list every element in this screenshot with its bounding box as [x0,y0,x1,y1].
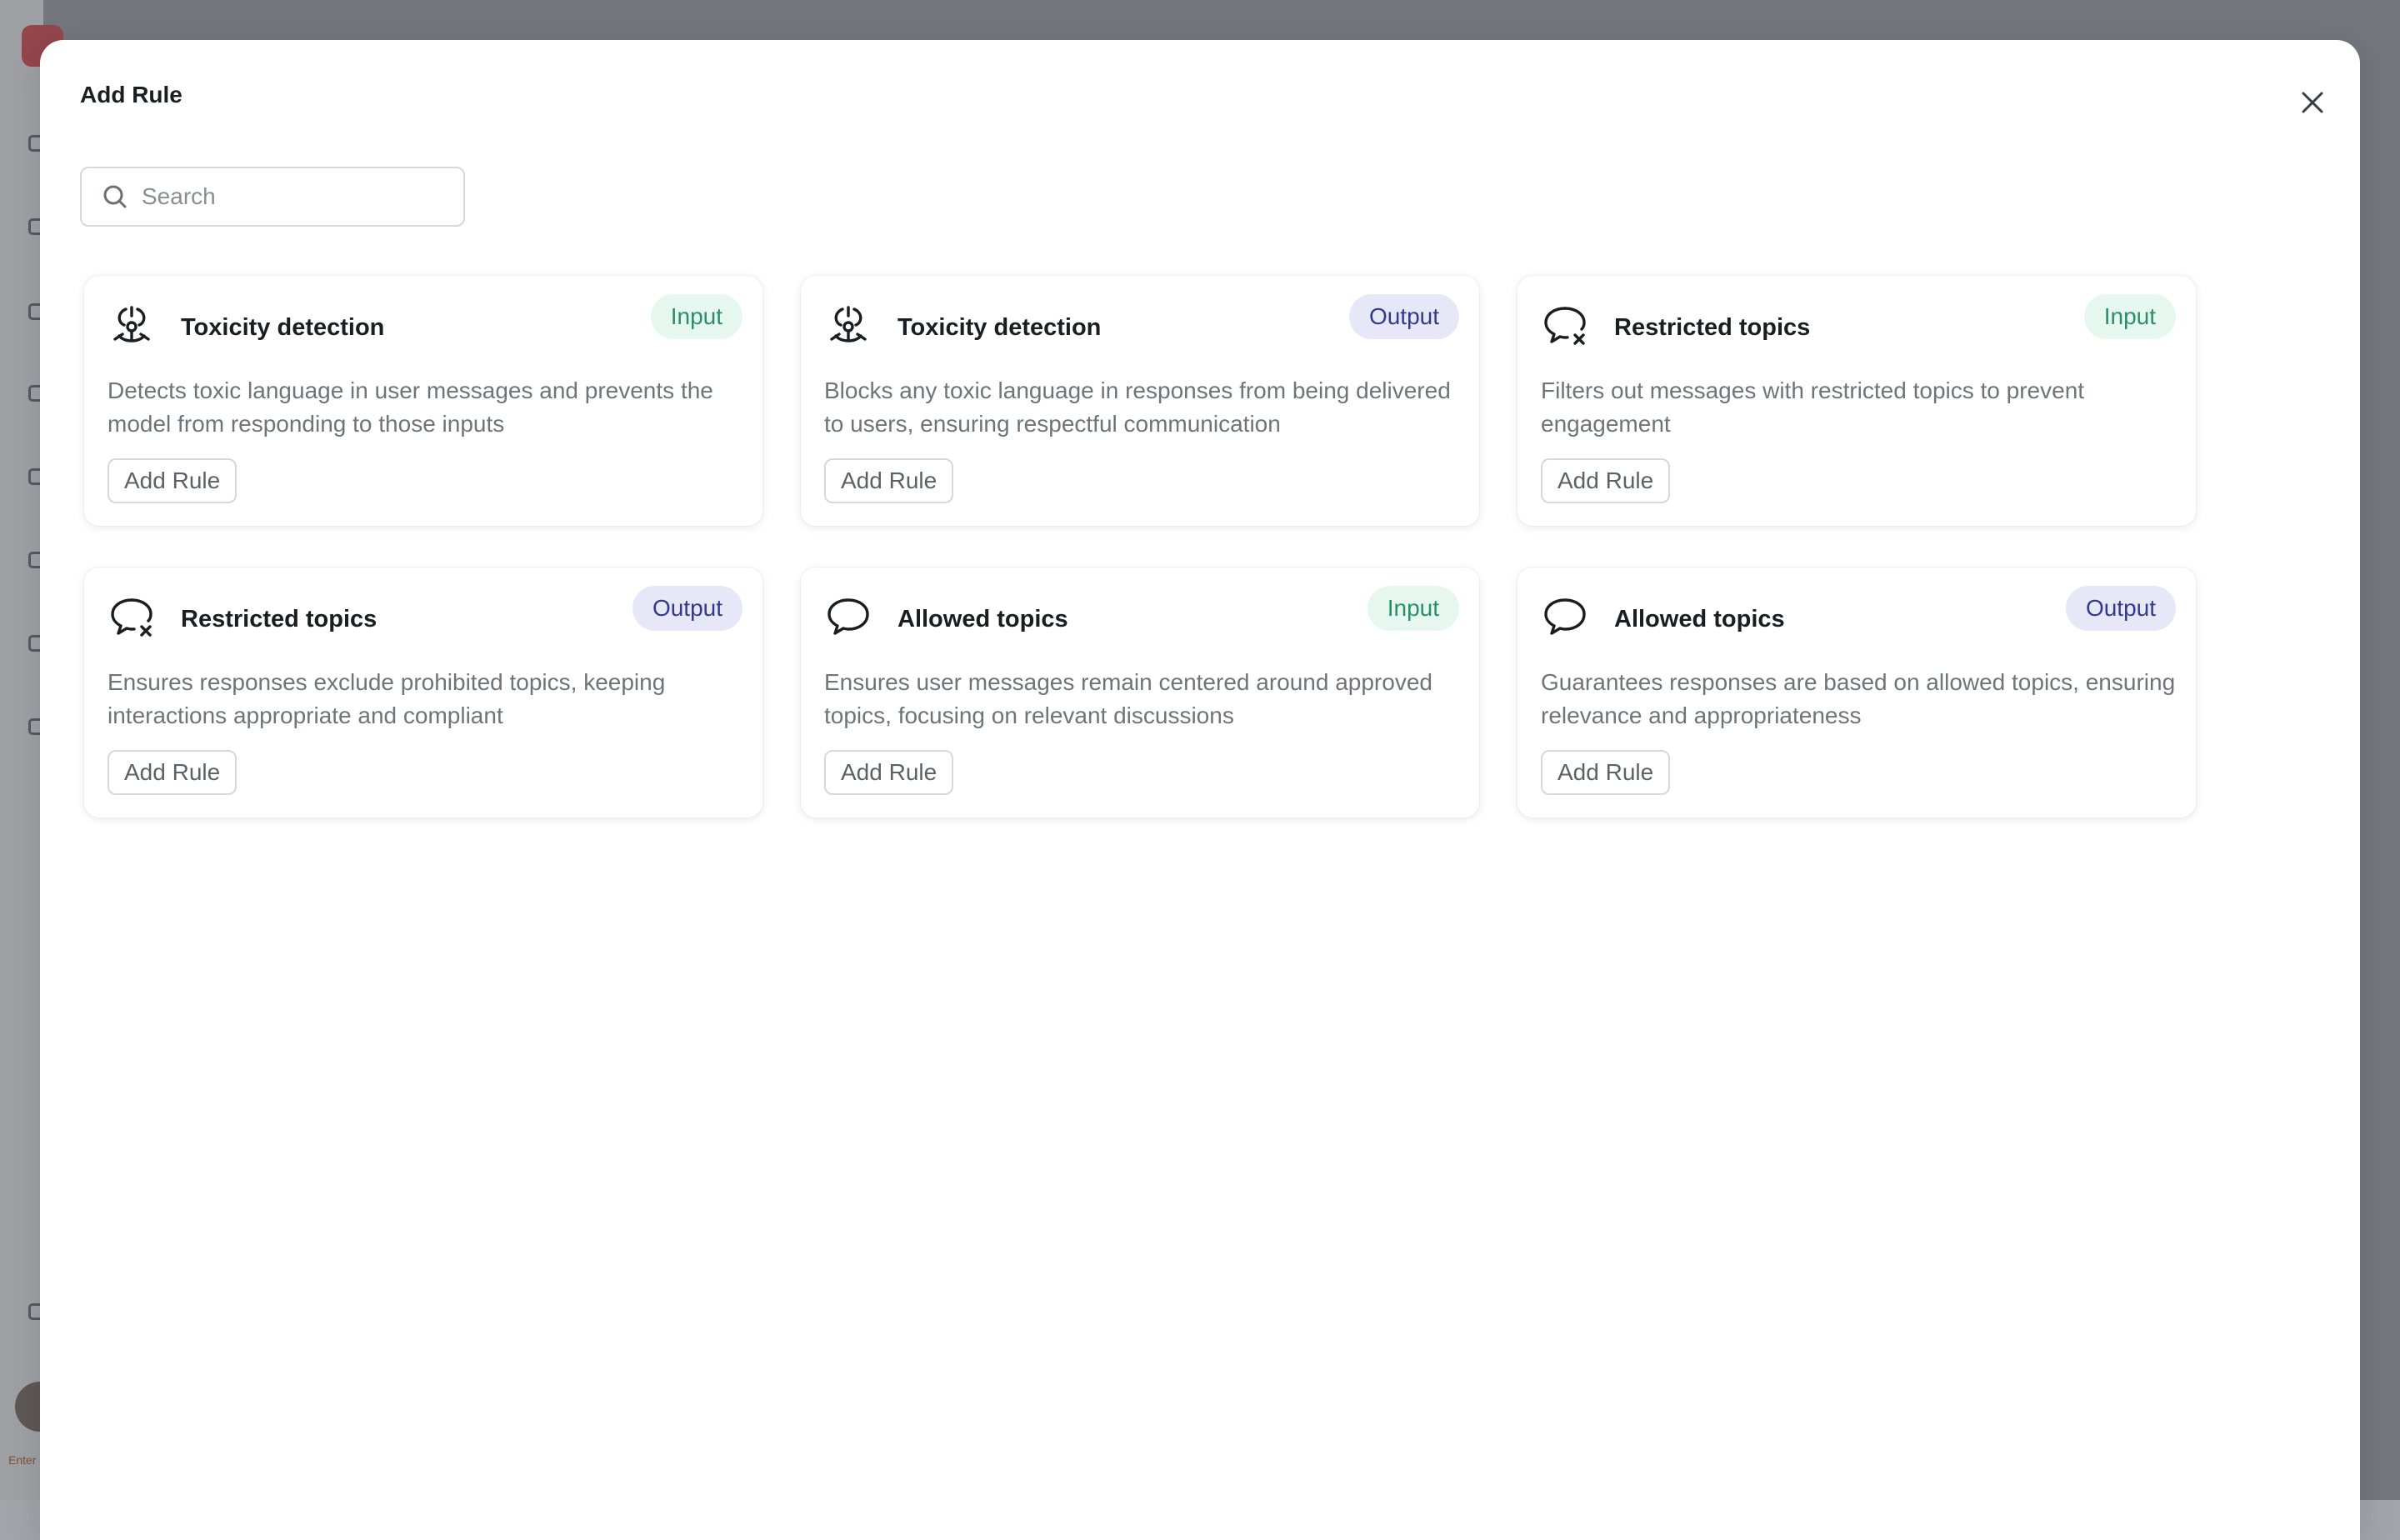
speech-bubble-x-icon [1541,301,1589,349]
card-description: Blocks any toxic language in responses f… [824,378,1451,437]
biohazard-icon [108,301,156,349]
speech-bubble-x-icon [108,592,156,641]
search-field[interactable] [80,167,465,227]
rule-card: Restricted topics Input Filters out mess… [1518,276,2196,526]
add-rule-button[interactable]: Add Rule [108,458,238,503]
close-button[interactable] [2293,83,2332,122]
card-description: Guarantees responses are based on allowe… [1541,669,2176,728]
direction-badge: Input [1367,586,1459,631]
card-description: Ensures user messages remain centered ar… [824,669,1432,728]
direction-badge: Input [2083,294,2176,339]
search-input[interactable] [140,182,460,211]
card-title: Restricted topics [1614,314,1811,341]
direction-badge: Output [1348,294,1459,339]
speech-bubble-icon [1541,592,1589,641]
biohazard-icon [824,301,872,349]
rule-card: Toxicity detection Input Detects toxic l… [84,276,762,526]
card-title: Toxicity detection [181,314,385,341]
direction-badge: Output [632,586,742,631]
add-rule-modal: Add Rule Search Toxicity detection Input… [40,40,2360,1540]
rule-card: Allowed topics Output Guarantees respons… [1518,568,2196,818]
card-description: Ensures responses exclude prohibited top… [108,669,666,728]
card-title: Allowed topics [1614,606,1785,632]
rule-card: Allowed topics Input Ensures user messag… [801,568,1479,818]
add-rule-button[interactable]: Add Rule [824,458,954,503]
add-rule-button[interactable]: Add Rule [108,750,238,795]
card-description: Filters out messages with restricted top… [1541,378,2085,437]
direction-badge: Input [650,294,742,339]
search-icon [102,183,128,210]
add-rule-button[interactable]: Add Rule [1541,458,1671,503]
speech-bubble-icon [824,592,872,641]
modal-title: Add Rule [80,82,182,108]
card-description: Detects toxic language in user messages … [108,378,713,437]
add-rule-button[interactable]: Add Rule [824,750,954,795]
rules-grid: Toxicity detection Input Detects toxic l… [84,276,2196,818]
rule-card: Restricted topics Output Ensures respons… [84,568,762,818]
close-icon [2302,92,2323,113]
card-title: Allowed topics [898,606,1068,632]
add-rule-button[interactable]: Add Rule [1541,750,1671,795]
rule-card: Toxicity detection Output Blocks any tox… [801,276,1479,526]
direction-badge: Output [2065,586,2176,631]
card-title: Restricted topics [181,606,378,632]
card-title: Toxicity detection [898,314,1102,341]
